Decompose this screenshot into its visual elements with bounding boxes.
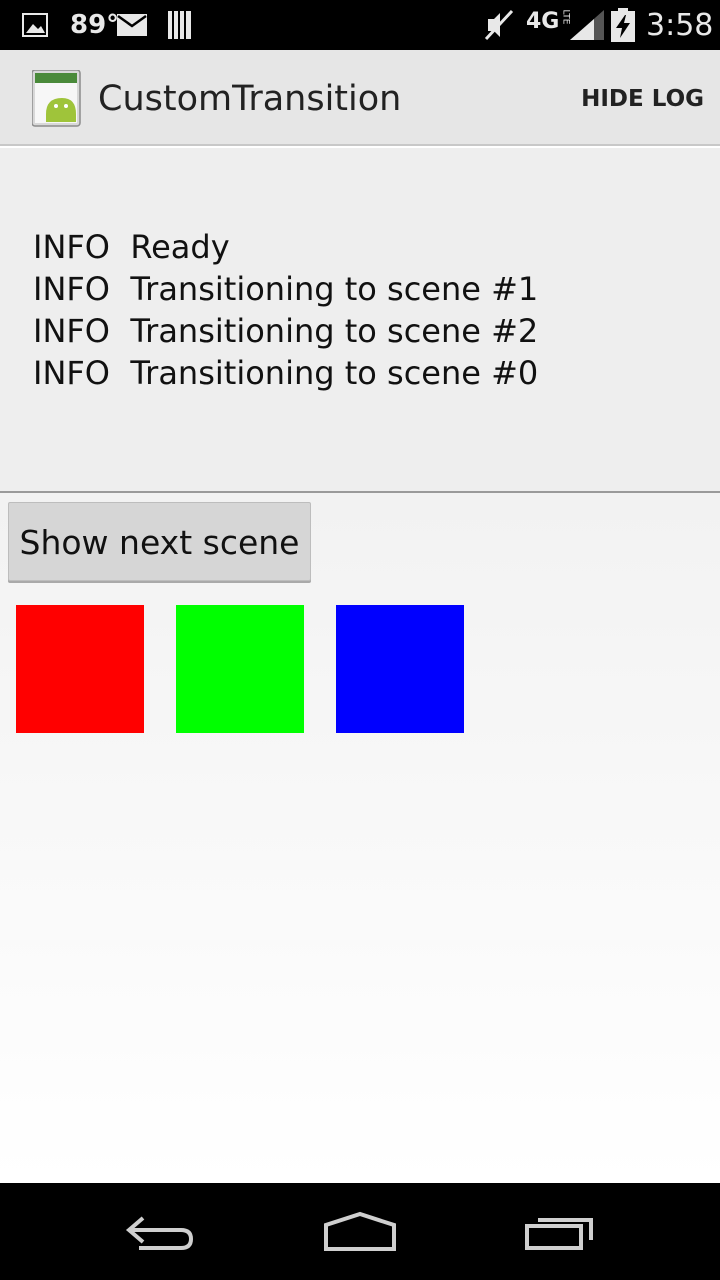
log-message: Transitioning to scene #2 [130,312,539,350]
log-message: Ready [130,228,230,266]
log-level: INFO [33,228,110,266]
log-message: Transitioning to scene #1 [130,270,539,308]
navigation-bar [0,1183,720,1280]
android-app-icon [31,69,82,128]
red-square [16,605,144,733]
log-panel: INFO Ready INFO Transitioning to scene #… [0,148,720,491]
blue-square [336,605,464,733]
recent-apps-icon[interactable] [500,1183,620,1280]
log-entry: INFO Transitioning to scene #0 [33,352,538,394]
log-level: INFO [33,354,110,392]
green-square [176,605,304,733]
hide-log-button[interactable]: HIDE LOG [579,50,706,146]
app-title: CustomTransition [98,79,402,119]
show-next-scene-button[interactable]: Show next scene [8,502,311,581]
status-bar: 89° 4G LTE 3:58 [0,0,720,50]
back-icon[interactable] [100,1183,220,1280]
log-entry: INFO Ready [33,226,538,268]
battery-charging-icon [611,0,635,50]
clock-time: 3:58 [646,7,714,43]
log-entry: INFO Transitioning to scene #2 [33,310,538,352]
action-bar: CustomTransition HIDE LOG [0,50,720,146]
log-list: INFO Ready INFO Transitioning to scene #… [33,226,538,394]
log-level: INFO [33,270,110,308]
scene-container: Show next scene [0,493,720,1183]
home-icon[interactable] [300,1183,420,1280]
log-message: Transitioning to scene #0 [130,354,539,392]
signal-icon [570,0,604,50]
log-entry: INFO Transitioning to scene #1 [33,268,538,310]
log-level: INFO [33,312,110,350]
barcode-icon [168,0,192,50]
mute-icon [484,0,514,50]
mail-icon [117,0,147,50]
temperature-text: 89° [70,10,120,40]
image-icon [22,0,48,50]
